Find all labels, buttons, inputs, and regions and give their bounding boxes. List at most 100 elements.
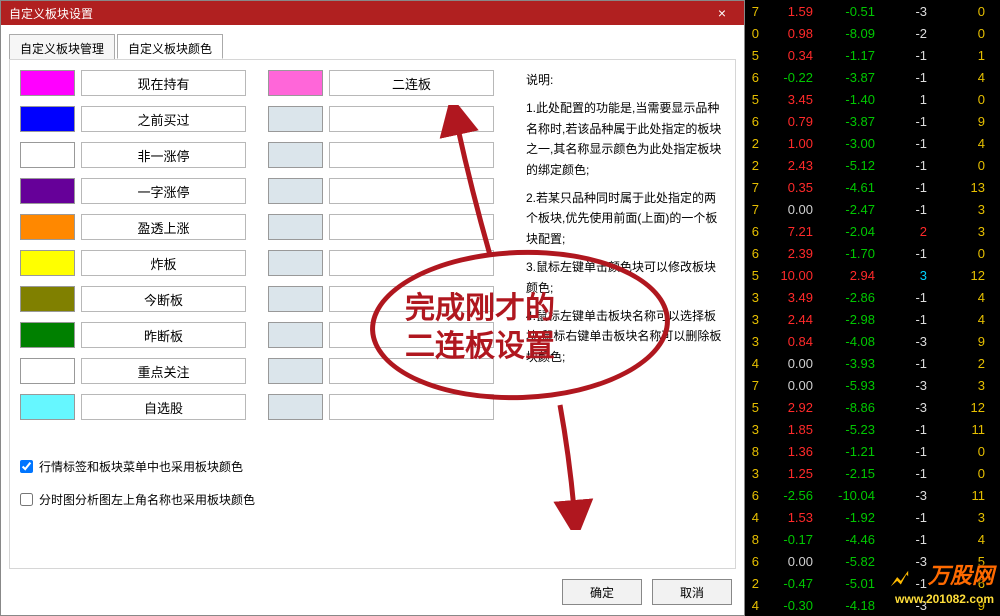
table-row[interactable]: 8-0.17-4.46-14 xyxy=(745,528,1000,550)
table-row[interactable]: 21.00-3.00-14 xyxy=(745,132,1000,154)
color-swatch[interactable] xyxy=(20,106,75,132)
cell: -8.09 xyxy=(813,26,875,41)
table-row[interactable]: 41.53-1.92-13 xyxy=(745,506,1000,528)
table-row[interactable]: 70.35-4.61-113 xyxy=(745,176,1000,198)
cell: 0.84 xyxy=(759,334,813,349)
color-swatch[interactable] xyxy=(268,70,323,96)
block-label-empty[interactable] xyxy=(329,214,494,240)
cell: -1 xyxy=(875,158,927,173)
table-row[interactable]: 2-0.47-5.01-16 xyxy=(745,572,1000,594)
color-swatch-empty[interactable] xyxy=(268,178,323,204)
cell: 9 xyxy=(927,598,985,613)
color-swatch[interactable] xyxy=(20,214,75,240)
block-label[interactable]: 二连板 xyxy=(329,70,494,96)
table-row[interactable]: 60.79-3.87-19 xyxy=(745,110,1000,132)
block-label[interactable]: 之前买过 xyxy=(81,106,246,132)
cell: 2.92 xyxy=(759,400,813,415)
block-label-empty[interactable] xyxy=(329,178,494,204)
block-label-empty[interactable] xyxy=(329,286,494,312)
cell: 2 xyxy=(745,136,759,151)
color-swatch[interactable] xyxy=(20,394,75,420)
ok-button[interactable]: 确定 xyxy=(562,579,642,605)
table-row[interactable]: 22.43-5.12-10 xyxy=(745,154,1000,176)
block-label[interactable]: 一字涨停 xyxy=(81,178,246,204)
table-row[interactable]: 40.00-3.93-12 xyxy=(745,352,1000,374)
block-label[interactable]: 昨断板 xyxy=(81,322,246,348)
table-row[interactable]: 33.49-2.86-14 xyxy=(745,286,1000,308)
block-label-empty[interactable] xyxy=(329,250,494,276)
cell: -0.30 xyxy=(759,598,813,613)
cell: -1 xyxy=(875,290,927,305)
color-swatch[interactable] xyxy=(20,142,75,168)
cell: 3 xyxy=(927,510,985,525)
color-swatch[interactable] xyxy=(20,358,75,384)
cell: 2.39 xyxy=(759,246,813,261)
color-swatch-empty[interactable] xyxy=(268,142,323,168)
table-row[interactable]: 6-0.22-3.87-14 xyxy=(745,66,1000,88)
table-row[interactable]: 31.25-2.15-10 xyxy=(745,462,1000,484)
cancel-button[interactable]: 取消 xyxy=(652,579,732,605)
table-row[interactable]: 67.21-2.0423 xyxy=(745,220,1000,242)
cell: 0 xyxy=(927,26,985,41)
table-row[interactable]: 71.59-0.51-30 xyxy=(745,0,1000,22)
cell: -5.12 xyxy=(813,158,875,173)
block-label[interactable]: 盈透上涨 xyxy=(81,214,246,240)
block-label-empty[interactable] xyxy=(329,106,494,132)
table-row[interactable]: 6-2.56-10.04-311 xyxy=(745,484,1000,506)
block-label-empty[interactable] xyxy=(329,394,494,420)
table-row[interactable]: 50.34-1.17-11 xyxy=(745,44,1000,66)
cell: 2 xyxy=(745,158,759,173)
color-swatch[interactable] xyxy=(20,250,75,276)
cell: -2.15 xyxy=(813,466,875,481)
close-button[interactable]: × xyxy=(700,1,744,25)
color-swatch-empty[interactable] xyxy=(268,250,323,276)
table-row[interactable]: 52.92-8.86-312 xyxy=(745,396,1000,418)
color-swatch-empty[interactable] xyxy=(268,214,323,240)
table-row[interactable]: 62.39-1.70-10 xyxy=(745,242,1000,264)
color-swatch-empty[interactable] xyxy=(268,358,323,384)
block-label[interactable]: 非一涨停 xyxy=(81,142,246,168)
tab-manage[interactable]: 自定义板块管理 xyxy=(9,34,115,59)
block-label-empty[interactable] xyxy=(329,358,494,384)
table-row[interactable]: 53.45-1.4010 xyxy=(745,88,1000,110)
tab-color[interactable]: 自定义板块颜色 xyxy=(117,34,223,59)
table-row[interactable]: 81.36-1.21-10 xyxy=(745,440,1000,462)
color-swatch[interactable] xyxy=(20,286,75,312)
cell: 9 xyxy=(927,114,985,129)
cell: 4 xyxy=(745,356,759,371)
cell: 0 xyxy=(927,4,985,19)
checkbox-use-color-in-tabs[interactable] xyxy=(20,460,33,473)
cell: 0.35 xyxy=(759,180,813,195)
block-label[interactable]: 重点关注 xyxy=(81,358,246,384)
block-label-empty[interactable] xyxy=(329,142,494,168)
table-row[interactable]: 32.44-2.98-14 xyxy=(745,308,1000,330)
color-swatch[interactable] xyxy=(20,178,75,204)
color-swatch-empty[interactable] xyxy=(268,322,323,348)
block-label[interactable]: 今断板 xyxy=(81,286,246,312)
table-row[interactable]: 60.00-5.82-35 xyxy=(745,550,1000,572)
cell: 6 xyxy=(745,114,759,129)
table-row[interactable]: 70.00-5.93-33 xyxy=(745,374,1000,396)
checkbox-use-color-in-charts[interactable] xyxy=(20,493,33,506)
cell: 0 xyxy=(927,246,985,261)
block-label[interactable]: 自选股 xyxy=(81,394,246,420)
color-swatch[interactable] xyxy=(20,322,75,348)
block-label-empty[interactable] xyxy=(329,322,494,348)
color-swatch-empty[interactable] xyxy=(268,106,323,132)
cell: -1.70 xyxy=(813,246,875,261)
color-swatch[interactable] xyxy=(20,70,75,96)
block-label[interactable]: 现在持有 xyxy=(81,70,246,96)
color-swatch-empty[interactable] xyxy=(268,286,323,312)
block-label[interactable]: 炸板 xyxy=(81,250,246,276)
table-row[interactable]: 31.85-5.23-111 xyxy=(745,418,1000,440)
color-swatch-empty[interactable] xyxy=(268,394,323,420)
cell: 1.25 xyxy=(759,466,813,481)
table-row[interactable]: 70.00-2.47-13 xyxy=(745,198,1000,220)
table-row[interactable]: 00.98-8.09-20 xyxy=(745,22,1000,44)
cell: -4.46 xyxy=(813,532,875,547)
cell: 0.98 xyxy=(759,26,813,41)
settings-panel: 现在持有之前买过非一涨停一字涨停盈透上涨炸板今断板昨断板重点关注自选股 二连板 … xyxy=(9,59,736,569)
table-row[interactable]: 510.002.94312 xyxy=(745,264,1000,286)
table-row[interactable]: 4-0.30-4.18-39 xyxy=(745,594,1000,616)
table-row[interactable]: 30.84-4.08-39 xyxy=(745,330,1000,352)
